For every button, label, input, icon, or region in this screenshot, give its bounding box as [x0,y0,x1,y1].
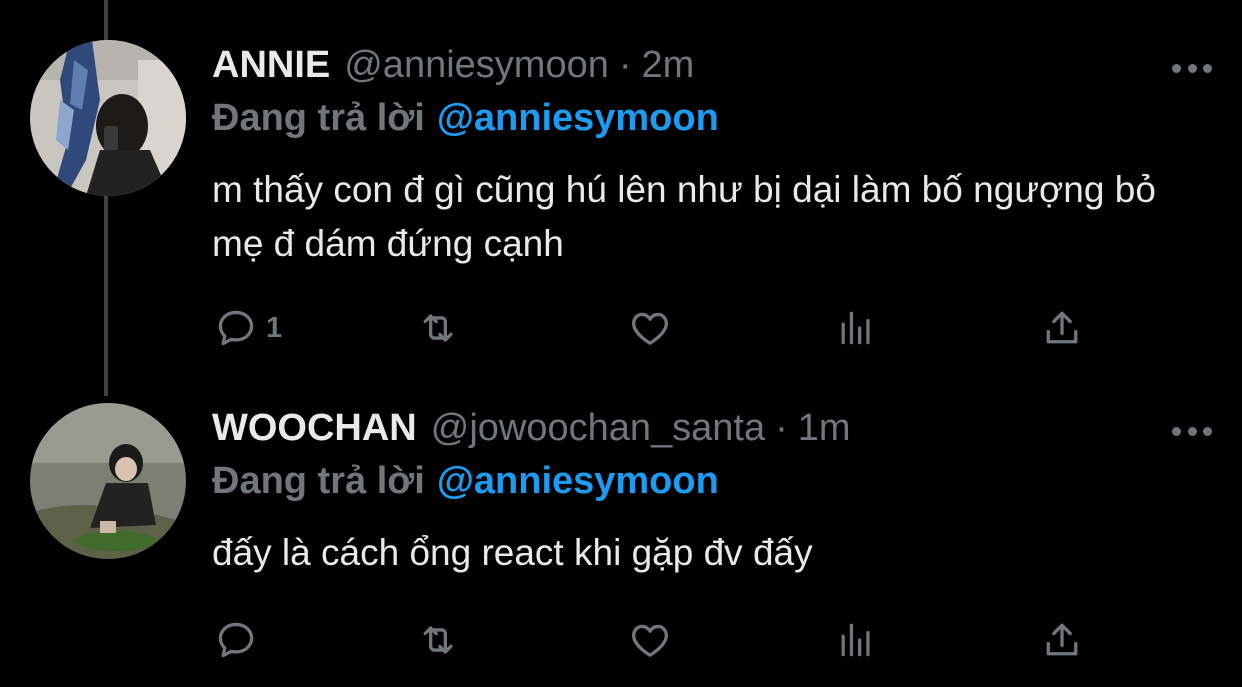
share-button[interactable] [1040,306,1084,350]
avatar-woochan[interactable] [30,403,186,559]
display-name[interactable]: WOOCHAN [212,407,417,450]
mention-link[interactable]: @anniesymoon [437,97,719,139]
tweet-text: m thấy con đ gì cũng hú lên như bị dại l… [212,169,1156,264]
user-handle[interactable]: @jowoochan_santa [431,407,765,450]
reply-icon [218,622,254,658]
share-icon [1046,311,1078,344]
display-name[interactable]: ANNIE [212,44,330,87]
views-button[interactable] [834,618,878,662]
retweet-icon [423,314,453,342]
user-handle[interactable]: @anniesymoon [344,44,609,87]
views-icon [841,311,870,345]
tweet-actions: 1 [212,306,1092,350]
timestamp[interactable]: 1m [798,407,851,450]
separator-dot: · [775,407,788,449]
like-button[interactable] [628,306,672,350]
views-icon [841,623,870,657]
replying-to: Đang trả lời @anniesymoon [212,460,719,503]
separator-dot: · [618,44,632,86]
tweet-text: đấy là cách ổng react khi gặp đv đấy [212,532,813,573]
reply-button[interactable] [214,618,266,662]
like-button[interactable] [628,618,672,662]
reply-count: 1 [266,311,283,344]
more-icon[interactable] [1172,421,1212,441]
timestamp[interactable]: 2m [642,44,695,87]
reply-icon [218,310,254,346]
like-icon [632,624,668,657]
retweet-button[interactable] [416,306,460,350]
reply-button[interactable]: 1 [214,306,282,350]
share-icon [1046,623,1078,656]
tweet-header: ANNIE @anniesymoon · 2m [212,44,694,92]
more-icon[interactable] [1172,58,1212,78]
share-button[interactable] [1040,618,1084,662]
tweet-woochan[interactable]: WOOCHAN @jowoochan_santa · 1m Đang trả l… [0,370,1242,687]
tweet-actions [212,618,1092,662]
replying-to-label: Đang trả lời [212,460,425,502]
avatar-annie[interactable] [30,40,186,196]
views-button[interactable] [834,306,878,350]
replying-to-label: Đang trả lời [212,97,425,139]
tweet-header: WOOCHAN @jowoochan_santa · 1m [212,407,851,455]
mention-link[interactable]: @anniesymoon [437,460,719,502]
retweet-icon [423,626,453,654]
tweet-annie[interactable]: ANNIE @anniesymoon · 2m Đang trả lời @ann… [0,0,1242,370]
retweet-button[interactable] [416,618,460,662]
replying-to: Đang trả lời @anniesymoon [212,97,719,140]
like-icon [632,312,668,345]
